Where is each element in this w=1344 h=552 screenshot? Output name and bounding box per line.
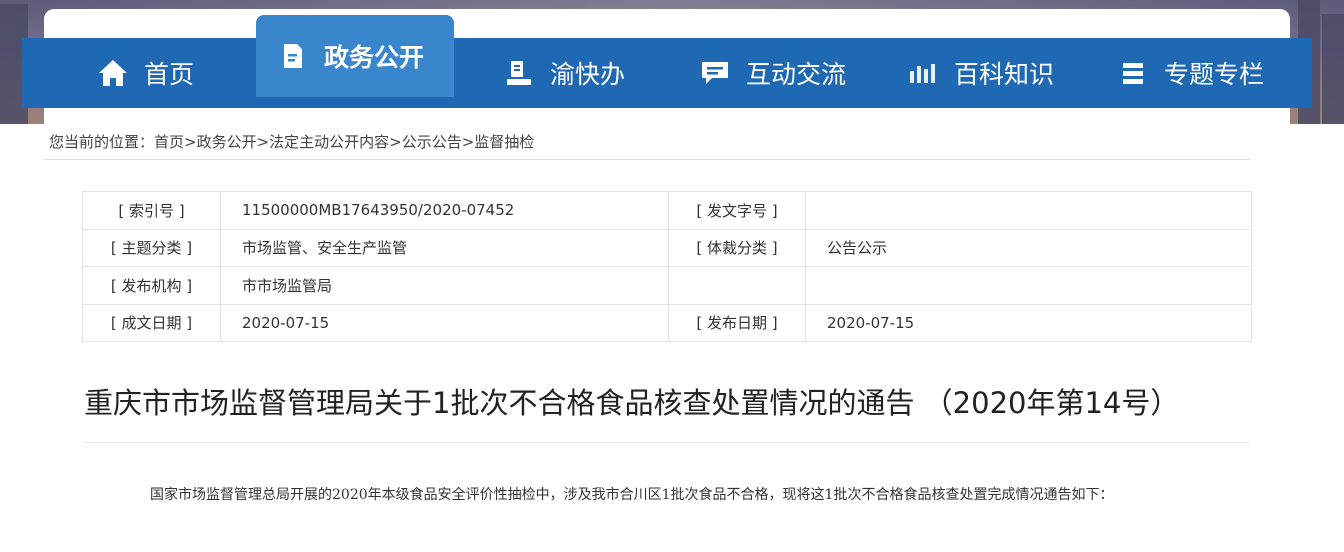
document-icon xyxy=(276,39,310,73)
table-row: [ 索引号 ] 11500000MB17643950/2020-07452 [ … xyxy=(82,191,1252,230)
article-paragraph: 国家市场监督管理总局开展的2020年本级食品安全评价性抽检中，涉及我市合川区1批… xyxy=(150,487,1114,503)
main-nav: 首页 政务公开 渝快办 互动交流 百科知识 专题专栏 xyxy=(22,15,1312,108)
index-label: [ 索引号 ] xyxy=(82,191,221,230)
skyline-building xyxy=(1322,14,1344,124)
topic-label: [ 主题分类 ] xyxy=(82,228,221,267)
nav-interact[interactable]: 互动交流 xyxy=(698,38,846,108)
written-date-value: 2020-07-15 xyxy=(220,303,669,342)
nav-label: 政务公开 xyxy=(324,43,425,72)
nav-topics[interactable]: 专题专栏 xyxy=(1116,38,1264,108)
nav-wiki[interactable]: 百科知识 xyxy=(906,38,1054,108)
breadcrumb[interactable]: 您当前的位置：首页>政务公开>法定主动公开内容>公示公告>监督抽检 xyxy=(44,124,1250,160)
home-icon xyxy=(96,56,130,90)
publish-date-label: [ 发布日期 ] xyxy=(668,303,806,342)
topic-value: 市场监管、安全生产监管 xyxy=(220,228,669,267)
genre-label: [ 体裁分类 ] xyxy=(668,228,806,267)
chat-icon xyxy=(698,56,732,90)
table-row: [ 成文日期 ] 2020-07-15 [ 发布日期 ] 2020-07-15 xyxy=(82,303,1252,342)
nav-home[interactable]: 首页 xyxy=(96,38,194,108)
doc-number-value xyxy=(805,191,1252,230)
nav-label: 渝快办 xyxy=(550,60,626,89)
genre-value: 公告公示 xyxy=(805,228,1252,267)
nav-gov-affairs[interactable]: 政务公开 xyxy=(256,15,454,97)
article-title: 重庆市市场监督管理局关于1批次不合格食品核查处置情况的通告 （2020年第14号… xyxy=(84,386,1180,420)
written-date-label: [ 成文日期 ] xyxy=(82,303,221,342)
index-value: 11500000MB17643950/2020-07452 xyxy=(220,191,669,230)
publisher-label: [ 发布机构 ] xyxy=(82,266,221,305)
stack-icon xyxy=(1116,56,1150,90)
nav-label: 专题专栏 xyxy=(1164,60,1265,89)
bookstand-icon xyxy=(502,56,536,90)
nav-label: 百科知识 xyxy=(954,60,1055,89)
bars-icon xyxy=(906,56,940,90)
header-banner: 首页 政务公开 渝快办 互动交流 百科知识 专题专栏 xyxy=(0,0,1344,124)
table-row: [ 主题分类 ] 市场监管、安全生产监管 [ 体裁分类 ] 公告公示 xyxy=(82,228,1252,267)
publish-date-value: 2020-07-15 xyxy=(805,303,1252,342)
nav-yukuai[interactable]: 渝快办 xyxy=(502,38,625,108)
title-divider xyxy=(84,442,1250,443)
nav-label: 互动交流 xyxy=(746,60,847,89)
table-row: [ 发布机构 ] 市市场监管局 xyxy=(82,266,1252,305)
info-table: [ 索引号 ] 11500000MB17643950/2020-07452 [ … xyxy=(82,191,1252,342)
empty-value xyxy=(805,266,1252,305)
empty-label xyxy=(668,266,806,305)
nav-label: 首页 xyxy=(144,60,195,89)
doc-number-label: [ 发文字号 ] xyxy=(668,191,806,230)
publisher-value: 市市场监管局 xyxy=(220,266,669,305)
